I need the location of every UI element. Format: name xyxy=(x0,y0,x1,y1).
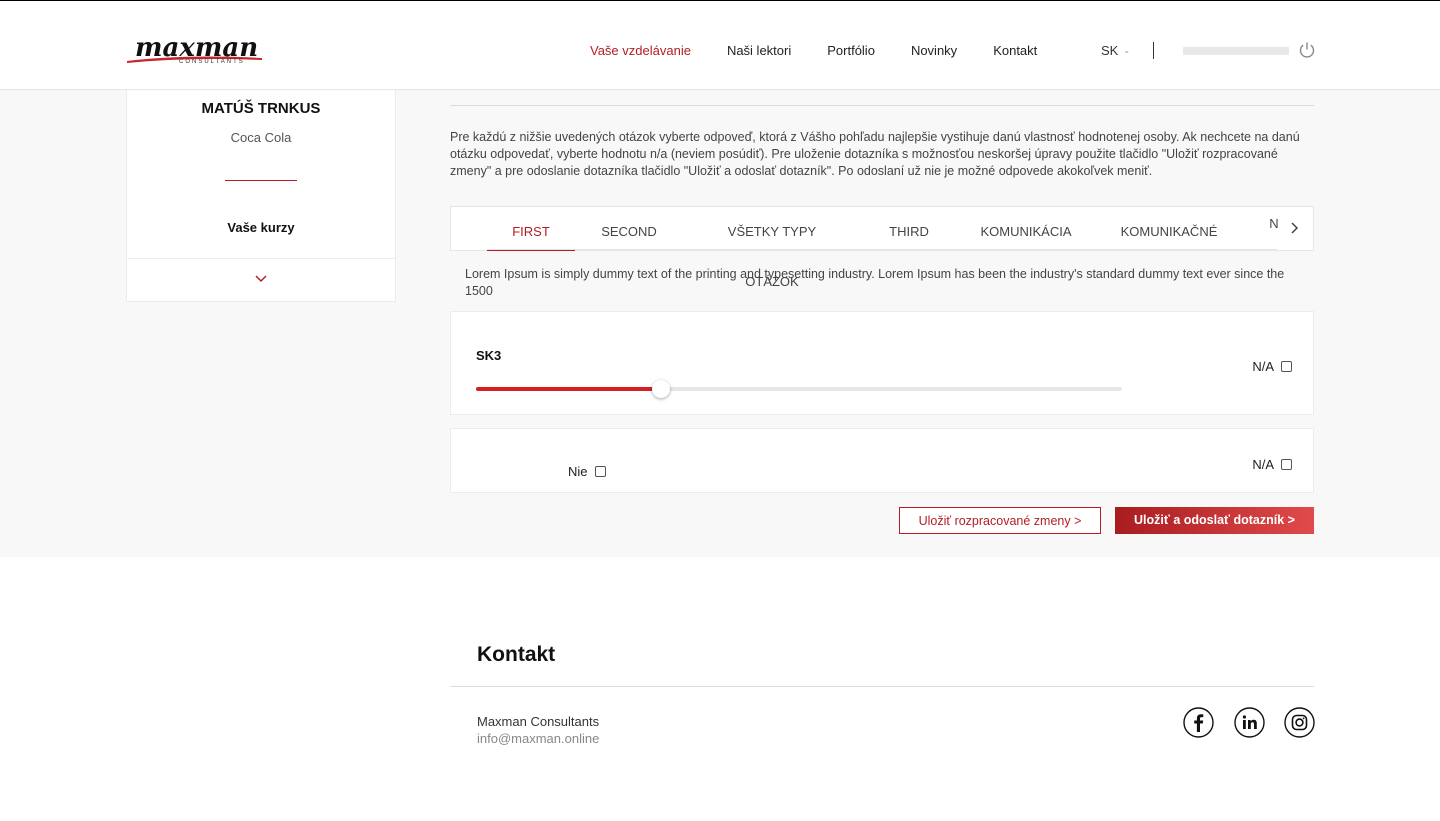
footer-email[interactable]: info@maxman.online xyxy=(477,731,599,746)
tabs-baseline xyxy=(487,249,1277,250)
question-card: SK3 N/A xyxy=(450,311,1314,415)
nav-item-education[interactable]: Vaše vzdelávanie xyxy=(590,1,691,91)
chevron-down-icon[interactable] xyxy=(254,273,268,283)
power-icon[interactable] xyxy=(1298,41,1316,59)
na-option[interactable]: N/A xyxy=(1252,359,1292,374)
na-option[interactable]: N/A xyxy=(1252,457,1292,472)
na-label: N/A xyxy=(1252,457,1274,472)
main-nav: Vaše vzdelávanie Naši lektori Portfólio … xyxy=(590,1,1073,91)
footer-title: Kontakt xyxy=(477,643,556,666)
na-checkbox[interactable] xyxy=(1281,361,1292,372)
footer-divider xyxy=(450,686,1314,687)
profile-company: Coca Cola xyxy=(230,130,292,145)
user-name-placeholder[interactable] xyxy=(1183,47,1289,55)
no-option[interactable]: Nie xyxy=(568,464,606,479)
site-footer: Kontakt Maxman Consultants info@maxman.o… xyxy=(0,557,1440,821)
header-divider xyxy=(1153,42,1154,59)
na-checkbox[interactable] xyxy=(1281,459,1292,470)
section-description: Lorem Ipsum is simply dummy text of the … xyxy=(465,267,1285,298)
no-checkbox[interactable] xyxy=(594,466,606,477)
instructions-text: Pre každú z nižšie uvedených otázok vybe… xyxy=(450,130,1300,178)
chevron-right-icon[interactable] xyxy=(1287,221,1301,235)
facebook-icon[interactable] xyxy=(1183,707,1214,738)
logo-subtitle: CONSULTANTS xyxy=(179,59,245,65)
question-card: Nie N/A xyxy=(450,428,1314,493)
tab-communication[interactable]: KOMUNIKÁCIA xyxy=(974,207,1078,251)
tab-communicative[interactable]: KOMUNIKAČNÉ xyxy=(1115,207,1223,251)
tab-all-question-types[interactable]: VŠETKY TYPY OTÁZOK xyxy=(701,207,843,289)
category-tabs: FIRST SECOND VŠETKY TYPY OTÁZOK THIRD KO… xyxy=(450,206,1314,289)
chevron-down-icon: ⌄ xyxy=(1123,46,1131,55)
tab-second[interactable]: SECOND xyxy=(590,207,668,251)
maxman-logo[interactable]: maxman CONSULTANTS xyxy=(127,31,267,73)
question-label: SK3 xyxy=(476,348,502,363)
sidebar-divider xyxy=(127,258,395,259)
tab-first[interactable]: FIRST xyxy=(487,207,575,251)
footer-company: Maxman Consultants xyxy=(477,714,600,729)
language-label: SK xyxy=(1101,43,1119,58)
slider-thumb[interactable] xyxy=(652,380,671,398)
main-area: MATÚŠ TRNKUS Coca Cola Vaše kurzy Pre ka… xyxy=(0,90,1440,557)
nav-item-contact[interactable]: Kontakt xyxy=(993,1,1037,91)
profile-sidebar: MATÚŠ TRNKUS Coca Cola Vaše kurzy xyxy=(126,90,396,302)
instagram-icon[interactable] xyxy=(1284,707,1315,738)
profile-name: MATÚŠ TRNKUS xyxy=(201,100,321,117)
slider-fill xyxy=(476,387,662,391)
site-header: maxman CONSULTANTS Vaše vzdelávanie Naši… xyxy=(0,0,1440,91)
nav-item-news[interactable]: Novinky xyxy=(911,1,957,91)
rating-slider[interactable] xyxy=(476,380,1122,398)
submit-button[interactable]: Uložiť a odoslať dotazník > xyxy=(1115,507,1314,534)
language-selector[interactable]: SK ⌄ xyxy=(1101,43,1130,58)
nav-item-lecturers[interactable]: Naši lektori xyxy=(727,1,791,91)
no-label: Nie xyxy=(568,464,588,479)
linkedin-icon[interactable] xyxy=(1234,707,1265,738)
tab-third[interactable]: THIRD xyxy=(876,207,942,251)
tab-overflow[interactable]: N xyxy=(1269,207,1279,251)
nav-item-portfolio[interactable]: Portfólio xyxy=(827,1,875,91)
your-courses-link[interactable]: Vaše kurzy xyxy=(127,220,395,235)
na-label: N/A xyxy=(1252,359,1274,374)
profile-divider xyxy=(225,180,297,181)
save-draft-button[interactable]: Uložiť rozpracované zmeny > xyxy=(899,507,1101,534)
content-divider xyxy=(450,105,1314,106)
